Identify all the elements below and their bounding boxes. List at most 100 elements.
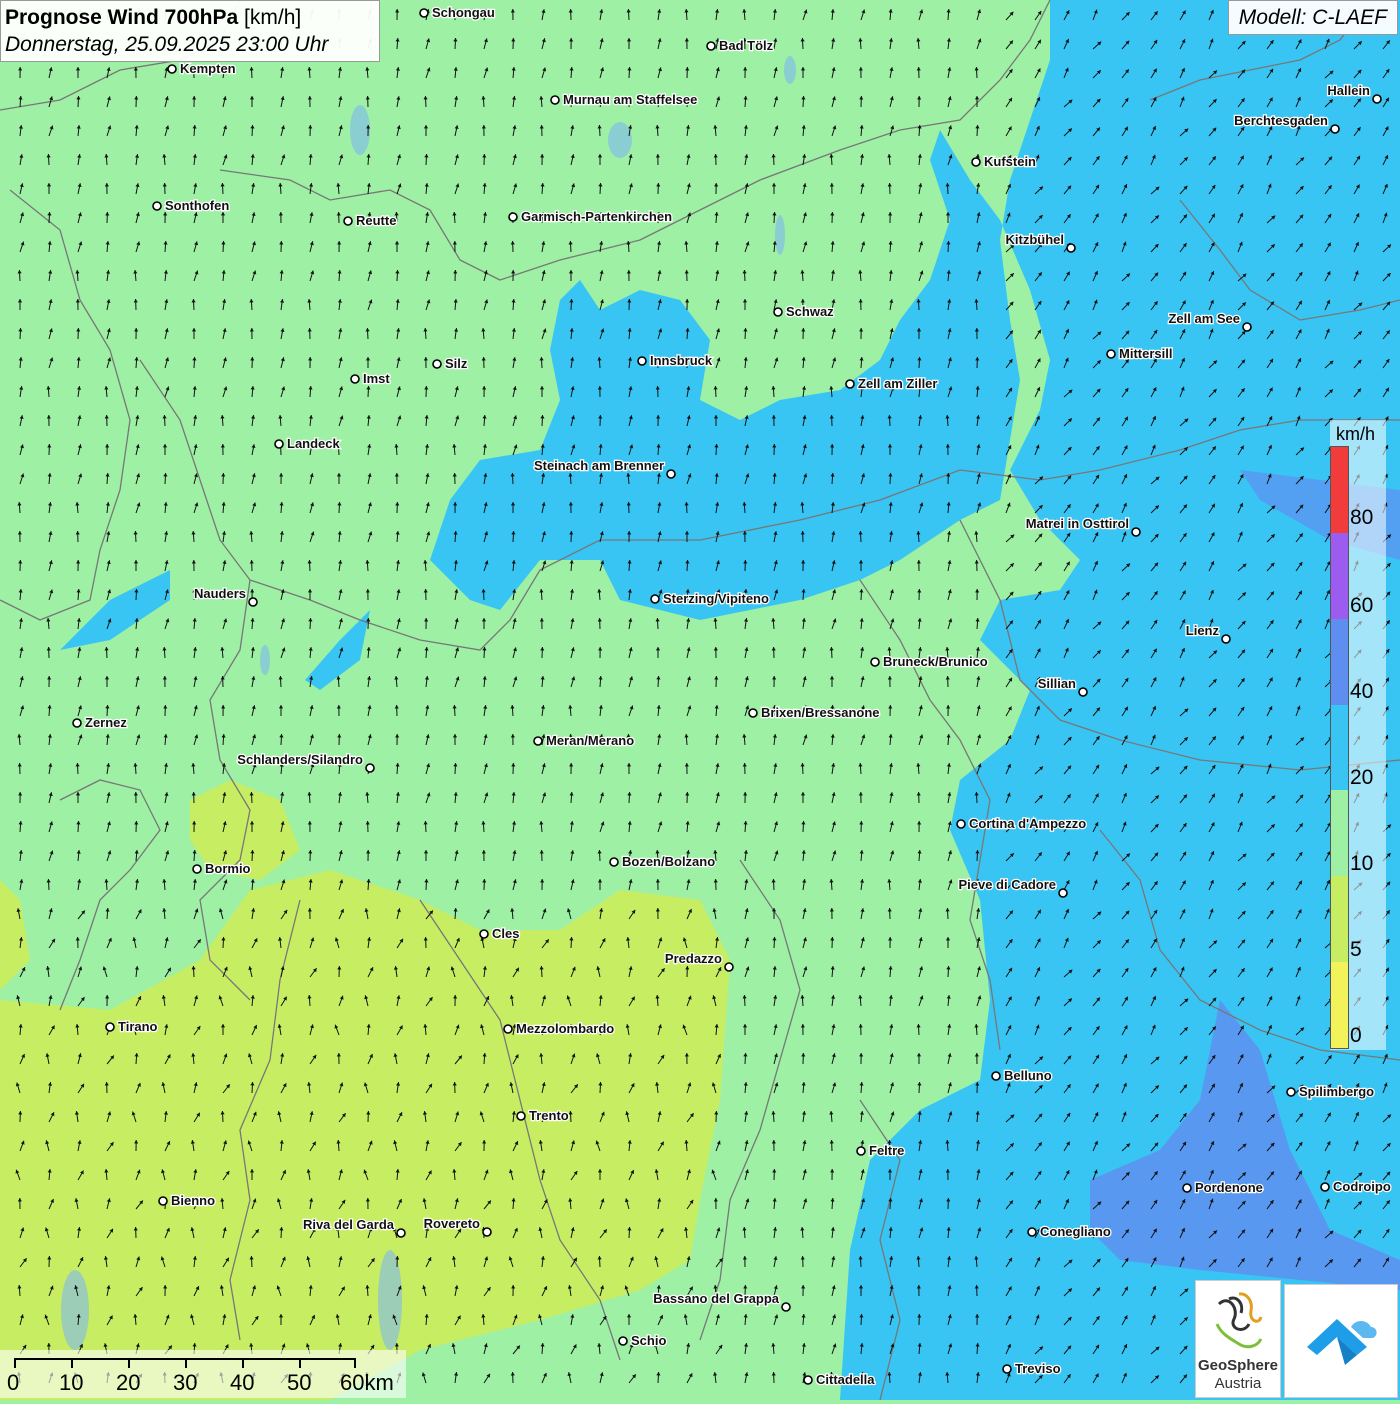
- city-label: Zell am Ziller: [858, 376, 937, 391]
- city: Meran/Merano: [534, 733, 634, 748]
- city: Bozen/Bolzano: [610, 854, 715, 869]
- city-marker-icon: [275, 440, 283, 448]
- city-marker-icon: [249, 598, 257, 606]
- city-label: Meran/Merano: [546, 733, 634, 748]
- city: Conegliano: [1028, 1224, 1111, 1239]
- legend-color-segment: [1331, 533, 1348, 619]
- app-cloud-icon: [1285, 1285, 1399, 1399]
- city-marker-icon: [1028, 1228, 1036, 1236]
- city: Bruneck/Brunico: [871, 654, 988, 669]
- city-marker-icon: [344, 217, 352, 225]
- city-label: Pieve di Cadore: [958, 877, 1056, 892]
- city: Spilimbergo: [1287, 1084, 1374, 1099]
- city-label: Nauders: [194, 586, 246, 601]
- app-logo[interactable]: [1284, 1284, 1398, 1398]
- city-label: Schongau: [432, 5, 495, 20]
- city-label: Spilimbergo: [1299, 1084, 1374, 1099]
- legend-color-segment: [1331, 876, 1348, 962]
- city-marker-icon: [168, 65, 176, 73]
- city-label: Zernez: [85, 715, 127, 730]
- legend-label: 5: [1350, 938, 1362, 962]
- city-label: Cortina d'Ampezzo: [969, 816, 1086, 831]
- city-marker-icon: [846, 380, 854, 388]
- city: Mezzolombardo: [504, 1021, 614, 1036]
- city-marker-icon: [774, 308, 782, 316]
- city-marker-icon: [1373, 95, 1381, 103]
- city-label: Landeck: [287, 436, 341, 451]
- city: Sonthofen: [153, 198, 229, 213]
- city-label: Bruneck/Brunico: [883, 654, 988, 669]
- city-marker-icon: [1132, 528, 1140, 536]
- scale-label: 40: [230, 1370, 254, 1396]
- city-marker-icon: [420, 9, 428, 17]
- city-marker-icon: [480, 930, 488, 938]
- city-marker-icon: [534, 737, 542, 745]
- city-marker-icon: [1183, 1184, 1191, 1192]
- forecast-datetime: Donnerstag, 25.09.2025 23:00 Uhr: [5, 32, 375, 58]
- scale-bar: 0 10 20 30 40 50 60km: [0, 1350, 406, 1398]
- city-label: Garmisch-Partenkirchen: [521, 209, 672, 224]
- city-label: Brixen/Bressanone: [761, 705, 880, 720]
- city-label: Feltre: [869, 1143, 904, 1158]
- legend-label: 20: [1350, 766, 1373, 790]
- city-label: Bad Tölz: [719, 38, 774, 53]
- city-marker-icon: [1079, 688, 1087, 696]
- city-label: Bormio: [205, 861, 251, 876]
- city-label: Silz: [445, 356, 468, 371]
- city-marker-icon: [957, 820, 965, 828]
- city-label: Kitzbühel: [1006, 232, 1065, 247]
- city-marker-icon: [433, 360, 441, 368]
- city-label: Mittersill: [1119, 346, 1172, 361]
- city-marker-icon: [193, 865, 201, 873]
- city-marker-icon: [871, 658, 879, 666]
- city-marker-icon: [651, 595, 659, 603]
- city-label: Mezzolombardo: [516, 1021, 614, 1036]
- city-marker-icon: [1059, 889, 1067, 897]
- city-label: Conegliano: [1040, 1224, 1111, 1239]
- city-label: Murnau am Staffelsee: [563, 92, 697, 107]
- city-marker-icon: [782, 1303, 790, 1311]
- city-marker-icon: [1067, 244, 1075, 252]
- legend-color-segment: [1331, 790, 1348, 876]
- geosphere-icon: [1209, 1289, 1269, 1355]
- city-marker-icon: [1287, 1088, 1295, 1096]
- city: Sterzing/Vipiteno: [651, 591, 769, 606]
- scale-tick: [71, 1358, 73, 1368]
- city: Zell am Ziller: [846, 376, 937, 391]
- city-label: Zell am See: [1168, 311, 1240, 326]
- city: Innsbruck: [638, 353, 713, 368]
- city-marker-icon: [725, 963, 733, 971]
- city-label: Cittadella: [816, 1372, 875, 1387]
- city-label: Matrei in Osttirol: [1026, 516, 1129, 531]
- logo-line-1: GeoSphere: [1196, 1357, 1280, 1374]
- city: Schongau: [420, 5, 495, 20]
- city-marker-icon: [153, 202, 161, 210]
- city-marker-icon: [483, 1228, 491, 1236]
- city-label: Sterzing/Vipiteno: [663, 591, 769, 606]
- city-marker-icon: [667, 470, 675, 478]
- city-marker-icon: [73, 719, 81, 727]
- scale-tick: [14, 1358, 16, 1368]
- city-label: Lienz: [1186, 623, 1220, 638]
- geosphere-logo[interactable]: GeoSphere Austria: [1195, 1280, 1281, 1398]
- city-marker-icon: [992, 1072, 1000, 1080]
- city-marker-icon: [610, 858, 618, 866]
- city-marker-icon: [707, 42, 715, 50]
- city: Brixen/Bressanone: [749, 705, 880, 720]
- city-label: Kufstein: [984, 154, 1036, 169]
- legend-label: 80: [1350, 506, 1373, 530]
- city-label: Tirano: [118, 1019, 158, 1034]
- scale-label: 60km: [340, 1370, 394, 1396]
- city-marker-icon: [509, 213, 517, 221]
- city-marker-icon: [1107, 350, 1115, 358]
- city-label: Schlanders/Silandro: [237, 752, 363, 767]
- city-marker-icon: [1003, 1365, 1011, 1373]
- city-label: Rovereto: [424, 1216, 480, 1231]
- city-label: Belluno: [1004, 1068, 1052, 1083]
- model-label: Modell: C-LAEF: [1228, 0, 1398, 35]
- legend-color-segment: [1331, 962, 1348, 1048]
- legend-label: 60: [1350, 594, 1373, 618]
- city-marker-icon: [517, 1112, 525, 1120]
- city-label: Bassano del Grappa: [653, 1291, 779, 1306]
- city-label: Treviso: [1015, 1361, 1061, 1376]
